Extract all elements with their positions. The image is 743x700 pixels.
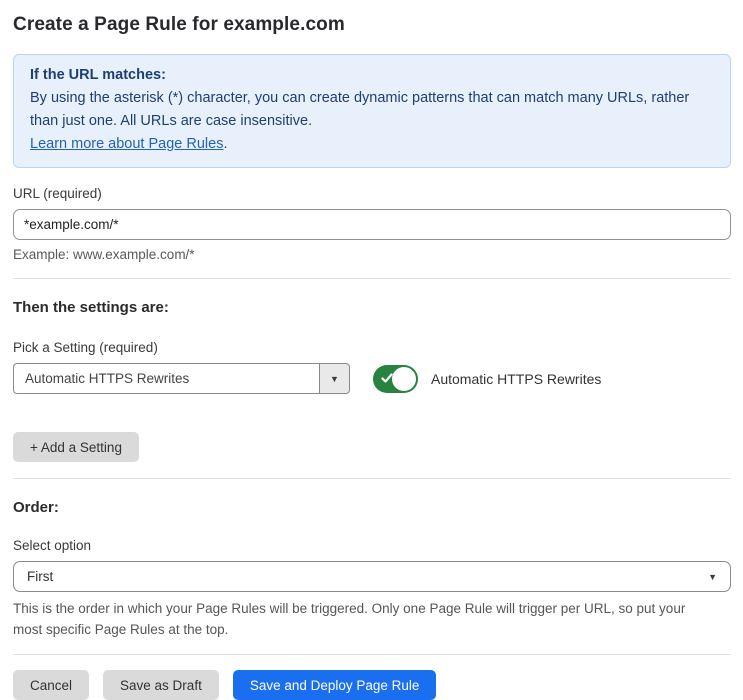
setting-row: Automatic HTTPS Rewrites ▼ Automatic HTT… (13, 363, 731, 394)
create-page-rule-panel: Create a Page Rule for example.com If th… (0, 0, 743, 700)
toggle-label: Automatic HTTPS Rewrites (431, 370, 602, 387)
divider (13, 654, 731, 655)
setting-select-value[interactable]: Automatic HTTPS Rewrites (13, 363, 319, 394)
settings-section-heading: Then the settings are: (13, 299, 169, 316)
chevron-down-icon: ▼ (708, 571, 717, 582)
divider (13, 478, 731, 479)
save-as-draft-button[interactable]: Save as Draft (103, 670, 219, 700)
info-box-heading: If the URL matches: (30, 67, 166, 83)
setting-select-dropdown-button[interactable]: ▼ (319, 363, 350, 394)
automatic-https-rewrites-toggle[interactable] (373, 364, 418, 393)
info-box-body: By using the asterisk (*) character, you… (30, 90, 690, 129)
order-select-value: First (27, 569, 54, 584)
pick-setting-label: Pick a Setting (required) (13, 340, 158, 355)
setting-select[interactable]: Automatic HTTPS Rewrites ▼ (13, 363, 350, 394)
url-input[interactable] (13, 209, 731, 240)
order-help-text: This is the order in which your Page Rul… (13, 601, 686, 637)
chevron-down-icon: ▼ (330, 373, 339, 384)
divider (13, 278, 731, 279)
url-matches-info-box: If the URL matches: By using the asteris… (13, 54, 731, 168)
order-section-heading: Order: (13, 499, 59, 516)
link-suffix: . (223, 136, 228, 152)
info-box-link-line: Learn more about Page Rules. (30, 133, 714, 156)
add-setting-button[interactable]: + Add a Setting (13, 432, 139, 462)
url-label: URL (required) (13, 186, 102, 201)
toggle-knob (392, 366, 416, 391)
cancel-button[interactable]: Cancel (13, 670, 90, 700)
order-select[interactable]: First ▼ (13, 561, 731, 592)
save-and-deploy-button[interactable]: Save and Deploy Page Rule (232, 670, 437, 700)
page-title: Create a Page Rule for example.com (13, 14, 345, 35)
select-option-label: Select option (13, 538, 92, 553)
url-example-text: Example: www.example.com/* (13, 247, 195, 262)
learn-more-link[interactable]: Learn more about Page Rules (30, 136, 223, 152)
footer-button-row: Cancel Save as Draft Save and Deploy Pag… (13, 670, 731, 700)
